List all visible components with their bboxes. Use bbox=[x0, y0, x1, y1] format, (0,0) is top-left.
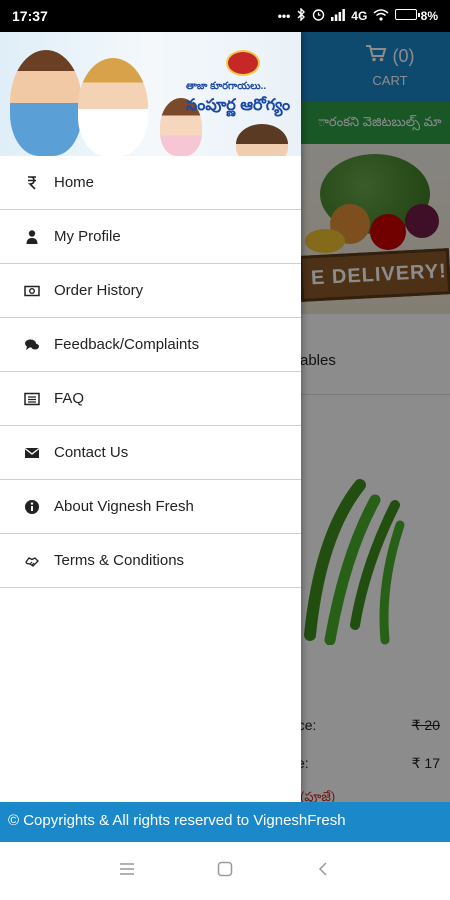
family-photo bbox=[10, 50, 82, 156]
menu-item-my-profile[interactable]: My Profile bbox=[0, 210, 301, 264]
menu-item-label: Contact Us bbox=[54, 444, 129, 461]
info-icon bbox=[24, 499, 52, 515]
menu-item-label: My Profile bbox=[54, 228, 121, 245]
bluetooth-icon bbox=[296, 7, 306, 24]
copyright-footer: © Copyrights & All rights reserved to Vi… bbox=[0, 802, 450, 842]
recents-button[interactable] bbox=[117, 861, 137, 881]
wifi-icon bbox=[373, 8, 389, 24]
status-icons: ••• 4G 8% bbox=[277, 7, 438, 24]
status-time: 17:37 bbox=[12, 8, 48, 24]
menu-item-contact-us[interactable]: Contact Us bbox=[0, 426, 301, 480]
network-type: 4G bbox=[351, 9, 368, 23]
navigation-drawer: తాజా కూరగాయలు.. సంపూర్ణ ఆరోగ్యం Home My … bbox=[0, 32, 301, 802]
square-icon bbox=[217, 861, 233, 882]
comments-icon bbox=[24, 337, 52, 353]
back-button[interactable] bbox=[313, 861, 333, 881]
menu-icon bbox=[119, 862, 135, 881]
menu-item-label: FAQ bbox=[54, 390, 85, 407]
family-photo bbox=[236, 124, 288, 156]
money-icon bbox=[24, 283, 52, 299]
chevron-left-icon bbox=[317, 861, 329, 882]
menu-item-label: Order History bbox=[54, 282, 144, 299]
brand-slogan: సంపూర్ణ ఆరోగ్యం bbox=[186, 97, 291, 114]
list-icon bbox=[24, 391, 52, 407]
battery-percent: 8% bbox=[420, 9, 438, 23]
system-navigation-bar bbox=[0, 842, 450, 900]
battery-indicator: 8% bbox=[395, 9, 438, 23]
home-button[interactable] bbox=[215, 861, 235, 881]
menu-item-about[interactable]: About Vignesh Fresh bbox=[0, 480, 301, 534]
menu-item-label: Feedback/Complaints bbox=[54, 336, 200, 353]
user-icon bbox=[24, 229, 52, 245]
rupee-icon bbox=[24, 175, 52, 191]
alarm-icon bbox=[312, 8, 325, 24]
signal-icon bbox=[331, 8, 346, 24]
menu-item-terms[interactable]: Terms & Conditions bbox=[0, 534, 301, 588]
battery-icon bbox=[395, 9, 421, 20]
menu-item-label: About Vignesh Fresh bbox=[54, 498, 194, 515]
menu-item-label: Terms & Conditions bbox=[54, 552, 185, 569]
menu-item-home[interactable]: Home bbox=[0, 156, 301, 210]
menu-item-label: Home bbox=[54, 174, 95, 191]
menu-item-feedback[interactable]: Feedback/Complaints bbox=[0, 318, 301, 372]
menu-item-faq[interactable]: FAQ bbox=[0, 372, 301, 426]
family-photo bbox=[78, 58, 148, 156]
envelope-icon bbox=[24, 445, 52, 461]
brand-tagline: తాజా కూరగాయలు.. bbox=[186, 81, 267, 92]
status-bar: 17:37 ••• 4G 8% bbox=[0, 0, 450, 32]
drawer-header-image: తాజా కూరగాయలు.. సంపూర్ణ ఆరోగ్యం bbox=[0, 32, 301, 156]
menu-item-order-history[interactable]: Order History bbox=[0, 264, 301, 318]
drawer-menu: Home My Profile Order History Feedback/C… bbox=[0, 156, 301, 588]
handshake-icon bbox=[24, 553, 52, 569]
dots-icon: ••• bbox=[277, 9, 291, 23]
brand-logo bbox=[226, 50, 260, 76]
